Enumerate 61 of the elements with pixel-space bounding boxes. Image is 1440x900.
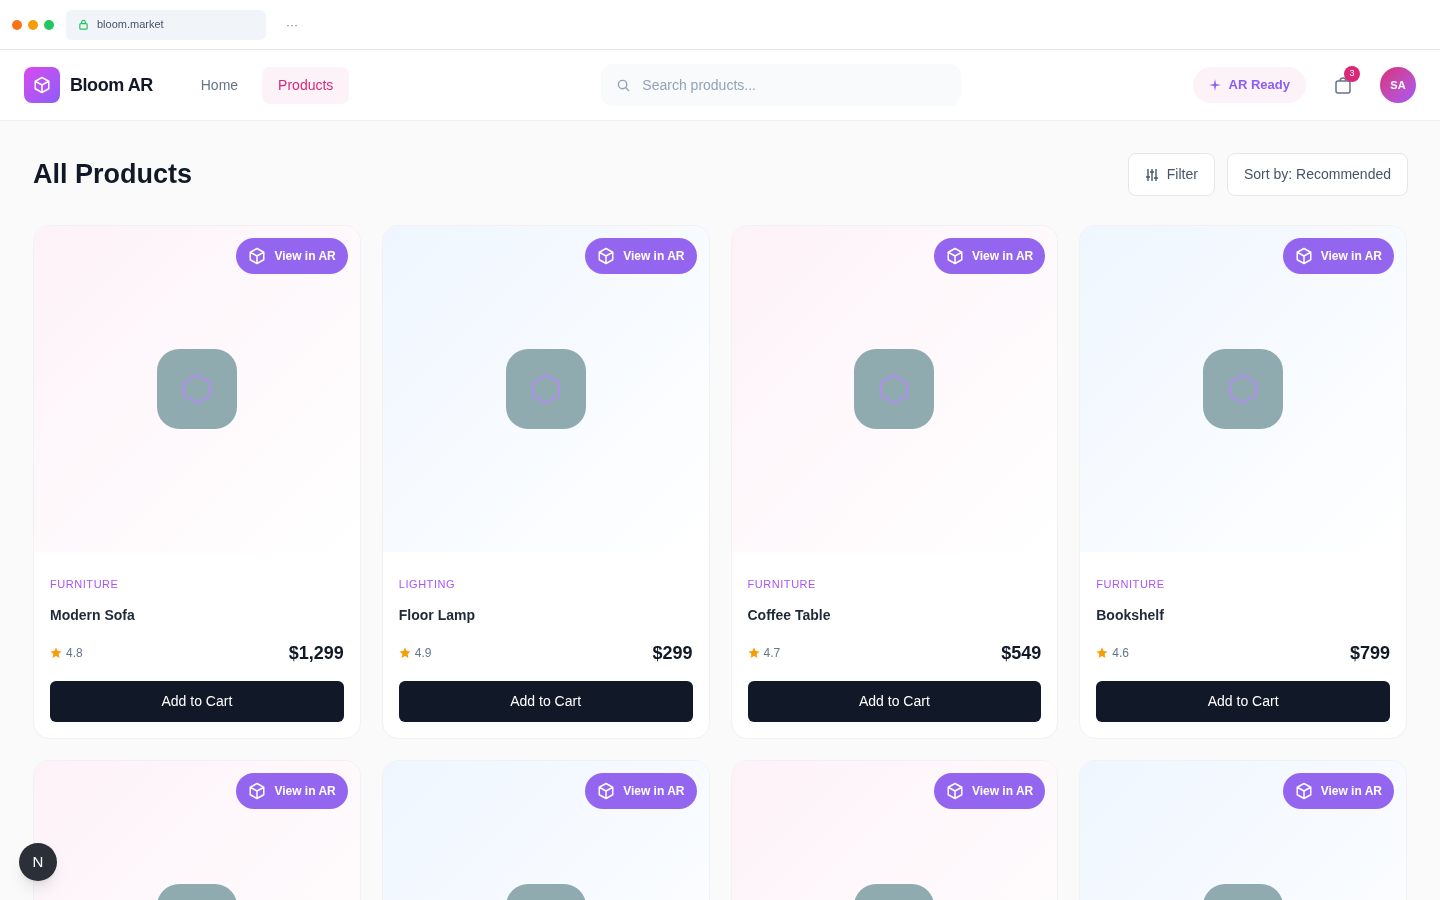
ar-ready-badge: AR Ready [1192, 67, 1306, 103]
cube-icon [945, 781, 964, 800]
product-placeholder-icon [1203, 349, 1284, 429]
view-in-ar-button[interactable]: View in AR [236, 772, 348, 809]
brand-name: Bloom AR [70, 73, 153, 97]
add-to-cart-button[interactable]: Add to Cart [1096, 680, 1390, 722]
product-placeholder-icon [854, 349, 935, 429]
product-name: Modern Sofa [50, 605, 136, 625]
product-price: $299 [652, 641, 693, 665]
cube-icon [248, 247, 267, 265]
product-name: Bookshelf [1096, 605, 1165, 625]
cube-icon [597, 781, 616, 800]
product-rating: 4.9 [414, 645, 432, 662]
star-icon [747, 647, 760, 659]
view-in-ar-button[interactable]: View in AR [585, 772, 697, 809]
cube-icon [248, 781, 267, 800]
product-rating: 4.6 [1112, 645, 1129, 662]
product-category: LIGHTING [398, 577, 457, 592]
view-in-ar-button[interactable]: View in AR [933, 772, 1046, 809]
view-in-ar-button[interactable]: View in AR [933, 238, 1046, 274]
product-price: $1,299 [288, 641, 344, 665]
product-category: FURNITURE [1096, 577, 1166, 592]
product-category: FURNITURE [50, 577, 120, 592]
view-in-ar-button[interactable]: View in AR [585, 238, 697, 274]
page-title: All Products [33, 158, 193, 192]
product-placeholder-icon [156, 349, 237, 429]
sort-dropdown[interactable]: Sort by: Recommended [1226, 153, 1408, 196]
product-price: $799 [1349, 641, 1390, 665]
dev-tools-badge[interactable]: N [19, 843, 57, 881]
shopping-bag-icon[interactable] [1334, 76, 1352, 94]
star-icon [1096, 647, 1109, 659]
more-menu[interactable]: ··· [286, 15, 298, 34]
lock-icon [78, 19, 89, 30]
cube-icon [1294, 247, 1313, 265]
cart-count-badge: 3 [1344, 66, 1360, 82]
cube-icon [597, 247, 616, 265]
sliders-icon [1144, 167, 1159, 182]
add-to-cart-button[interactable]: Add to Cart [50, 680, 344, 722]
view-in-ar-button[interactable]: View in AR [1282, 238, 1394, 274]
product-name: Coffee Table [747, 605, 832, 625]
product-category: FURNITURE [747, 577, 817, 592]
filter-button[interactable]: Filter [1127, 153, 1215, 196]
product-placeholder-icon [505, 349, 586, 429]
cube-icon [1294, 781, 1313, 800]
nav-tab[interactable]: Products [262, 66, 350, 104]
view-in-ar-button[interactable]: View in AR [1282, 772, 1394, 809]
cube-icon [945, 247, 964, 265]
product-name: Floor Lamp [398, 605, 476, 625]
nav-tab[interactable]: Home [184, 66, 255, 104]
address-bar[interactable]: bloom.market [66, 9, 266, 40]
add-to-cart-button[interactable]: Add to Cart [747, 680, 1042, 722]
star-icon [50, 647, 62, 659]
star-icon [398, 647, 411, 659]
user-avatar[interactable]: SA [1380, 67, 1416, 103]
add-to-cart-button[interactable]: Add to Cart [398, 680, 693, 722]
product-rating: 4.8 [66, 645, 83, 662]
product-rating: 4.7 [763, 645, 781, 662]
product-price: $549 [1001, 641, 1042, 665]
search-field[interactable]: Search products... [601, 64, 962, 106]
view-in-ar-button[interactable]: View in AR [236, 238, 348, 274]
cube-icon [33, 76, 51, 94]
